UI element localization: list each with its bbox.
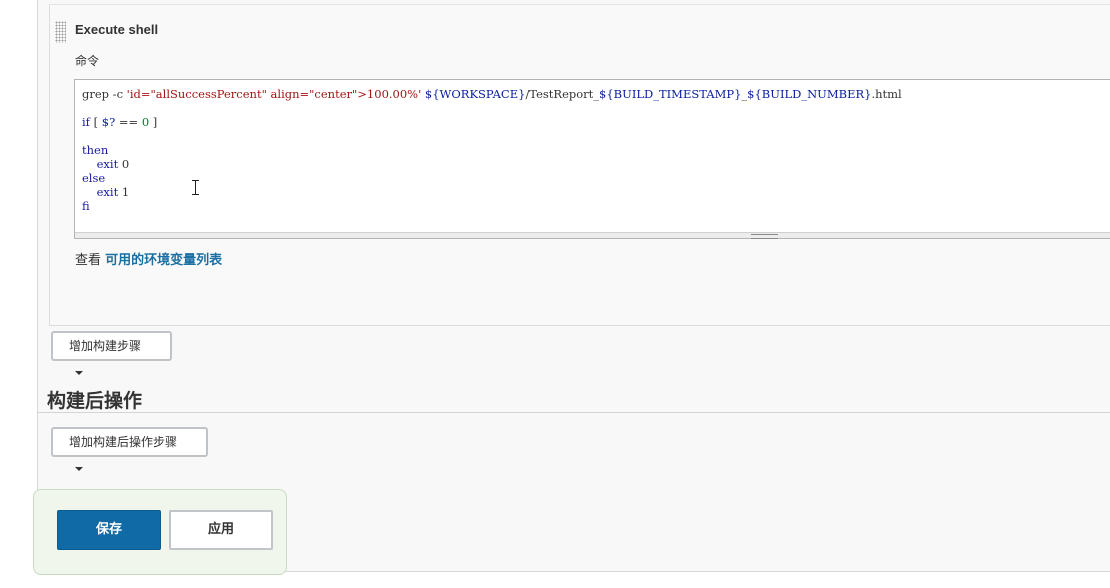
code-token: $? [101, 115, 116, 129]
code-token: ${BUILD_NUMBER} [747, 87, 872, 101]
code-line: exit 0 [82, 157, 902, 171]
caret-down-icon [75, 466, 83, 471]
code-line: grep -c 'id="allSuccessPercent" align="c… [82, 87, 902, 101]
code-token: exit [82, 157, 122, 171]
code-token: grep -c [82, 87, 127, 101]
code-token: then [82, 143, 109, 157]
code-token: 0 [121, 157, 130, 171]
step-panel-divider [49, 4, 1110, 5]
command-label: 命令 [75, 54, 100, 68]
add-build-step-label: 增加构建步骤 [69, 339, 142, 353]
code-token: if [82, 115, 90, 129]
command-editor[interactable]: grep -c 'id="allSuccessPercent" align="c… [74, 79, 1110, 239]
code-token: ${WORKSPACE} [424, 87, 526, 101]
add-post-build-step-label: 增加构建后操作步骤 [69, 435, 178, 449]
apply-button[interactable]: 应用 [169, 510, 273, 550]
text-cursor-icon [192, 180, 199, 195]
code-token: exit [82, 185, 122, 199]
code-token: fi [82, 199, 90, 213]
drag-handle-icon[interactable] [55, 21, 66, 43]
code-token: ${BUILD_TIMESTAMP} [599, 87, 742, 101]
code-token: == [115, 115, 142, 129]
code-token: 1 [121, 185, 130, 199]
add-build-step-button[interactable]: 增加构建步骤 [51, 331, 172, 375]
env-vars-prefix: 查看 [75, 253, 106, 268]
code-line: exit 1 [82, 185, 902, 199]
save-button[interactable]: 保存 [57, 510, 161, 550]
section-divider [37, 412, 1110, 413]
env-vars-link[interactable]: 可用的环境变量列表 [105, 253, 222, 268]
code-token: /TestReport_ [525, 87, 600, 101]
post-build-section-title: 构建后操作 [47, 390, 143, 412]
code-token: .html [871, 87, 902, 101]
step-title: Execute shell [75, 22, 159, 37]
caret-down-icon [75, 370, 83, 375]
editor-resize-bar[interactable] [75, 232, 1110, 239]
code-line: else [82, 171, 902, 185]
add-post-build-step-button[interactable]: 增加构建后操作步骤 [51, 427, 208, 471]
code-line: fi [82, 199, 902, 213]
code-token: ] [149, 115, 158, 129]
command-code[interactable]: grep -c 'id="allSuccessPercent" align="c… [82, 87, 902, 213]
code-line: then [82, 143, 902, 157]
resize-grip-icon[interactable] [751, 234, 778, 239]
code-token: else [82, 171, 106, 185]
env-vars-line: 查看 可用的环境变量列表 [75, 249, 222, 268]
code-token: 'id="allSuccessPercent" align="center">1… [126, 87, 422, 101]
code-line: if [ $? == 0 ] [82, 115, 902, 129]
code-token: [ [89, 115, 102, 129]
